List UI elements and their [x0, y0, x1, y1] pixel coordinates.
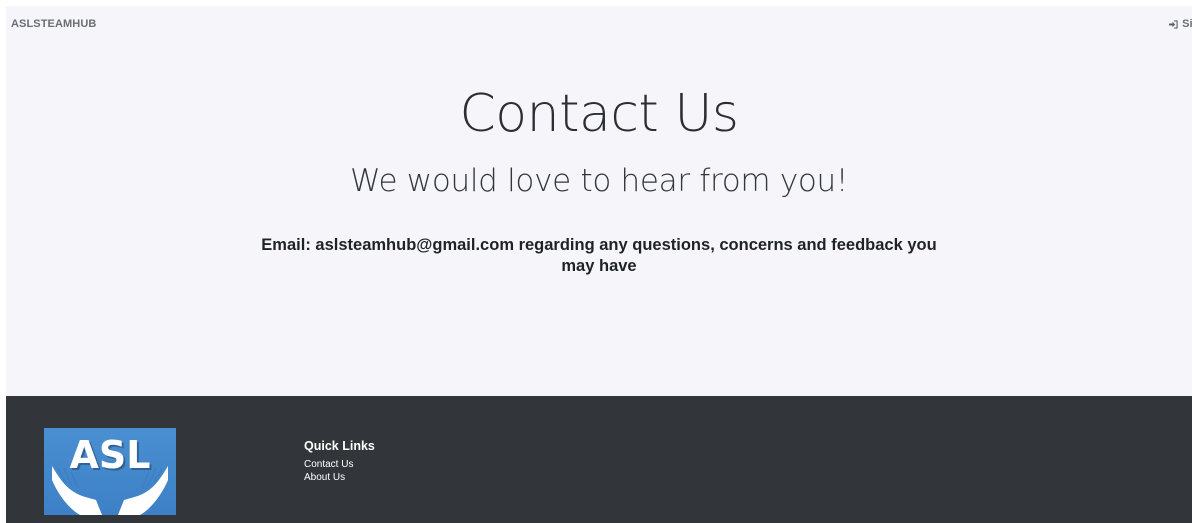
top-navbar: ASLSTEAMHUB Sign	[6, 6, 1192, 46]
footer: ASL ASL Quick Links Contact Us About Us	[6, 396, 1192, 523]
quick-links: Quick Links Contact Us About Us	[304, 439, 375, 484]
logo-text: ASL	[70, 433, 151, 477]
asl-logo: ASL ASL	[44, 428, 176, 515]
sign-in-icon	[1168, 19, 1179, 30]
page: ASLSTEAMHUB Sign Contact Us We would lov…	[6, 6, 1192, 523]
contact-message: aslsteamhub@gmail.com regarding any ques…	[315, 236, 937, 275]
footer-link-about-us[interactable]: About Us	[304, 471, 375, 484]
sign-in-label: Sign	[1182, 18, 1192, 30]
contact-info: Email: aslsteamhub@gmail.com regarding a…	[246, 235, 952, 277]
footer-link-contact-us[interactable]: Contact Us	[304, 458, 375, 471]
email-label: Email:	[261, 236, 311, 254]
page-title: Contact Us	[459, 84, 740, 144]
page-subtitle: We would love to hear from you!	[349, 163, 849, 199]
quick-links-title: Quick Links	[304, 439, 375, 453]
sign-in-link[interactable]: Sign	[1168, 18, 1192, 30]
brand-link[interactable]: ASLSTEAMHUB	[11, 18, 96, 30]
